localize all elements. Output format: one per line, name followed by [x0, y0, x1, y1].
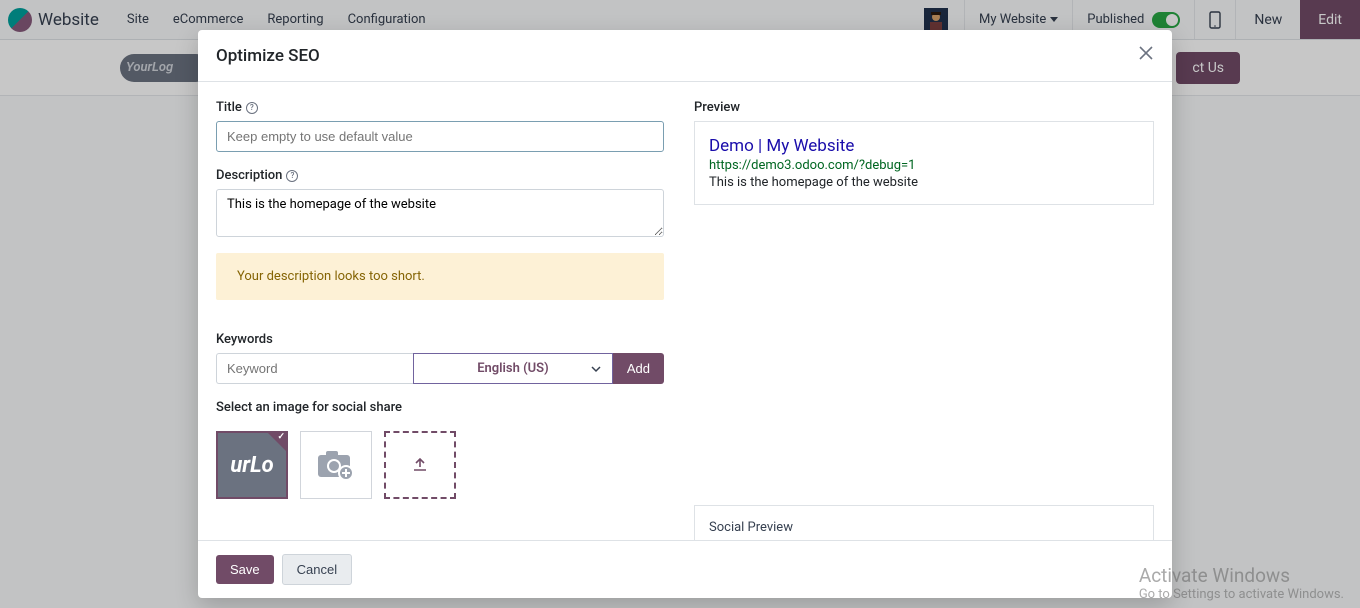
chevron-down-icon	[590, 363, 602, 375]
seo-modal: Optimize SEO Title ? Description ? Your …	[198, 30, 1172, 598]
language-select[interactable]: English (US)	[413, 353, 613, 384]
preview-url: https://demo3.odoo.com/?debug=1	[709, 158, 1139, 173]
close-button[interactable]	[1138, 45, 1154, 66]
upload-icon	[412, 457, 428, 473]
description-input[interactable]	[216, 189, 664, 237]
title-label: Title ?	[216, 100, 664, 115]
seo-left-column: Title ? Description ? Your description l…	[216, 100, 664, 522]
camera-icon	[316, 449, 356, 481]
language-value: English (US)	[477, 361, 548, 376]
search-preview: Demo | My Website https://demo3.odoo.com…	[694, 121, 1154, 205]
keywords-label: Keywords	[216, 332, 664, 347]
keyword-input[interactable]	[216, 353, 413, 384]
modal-header: Optimize SEO	[198, 30, 1172, 82]
thumb-upload[interactable]	[384, 431, 456, 499]
thumb-selected[interactable]: urLo	[216, 431, 288, 499]
preview-label: Preview	[694, 100, 1154, 115]
help-icon[interactable]: ?	[246, 102, 258, 114]
preview-description: This is the homepage of the website	[709, 175, 1139, 190]
seo-right-column: Preview Demo | My Website https://demo3.…	[694, 100, 1154, 522]
modal-footer: Save Cancel	[198, 540, 1172, 598]
social-preview-label: Social Preview	[695, 506, 1153, 540]
close-icon	[1138, 45, 1154, 61]
help-icon[interactable]: ?	[286, 170, 298, 182]
social-image-label: Select an image for social share	[216, 400, 664, 415]
thumb-default[interactable]	[300, 431, 372, 499]
preview-title: Demo | My Website	[709, 136, 1139, 156]
modal-body: Title ? Description ? Your description l…	[198, 82, 1172, 540]
add-keyword-button[interactable]: Add	[613, 353, 664, 384]
description-warning: Your description looks too short.	[216, 253, 664, 300]
keywords-row: English (US) Add	[216, 353, 664, 384]
title-input[interactable]	[216, 121, 664, 152]
social-image-thumbs: urLo	[216, 431, 664, 499]
save-button[interactable]: Save	[216, 555, 274, 584]
modal-title: Optimize SEO	[216, 46, 320, 66]
social-preview: Social Preview	[694, 505, 1154, 540]
description-label: Description ?	[216, 168, 664, 183]
cancel-button[interactable]: Cancel	[282, 554, 352, 585]
